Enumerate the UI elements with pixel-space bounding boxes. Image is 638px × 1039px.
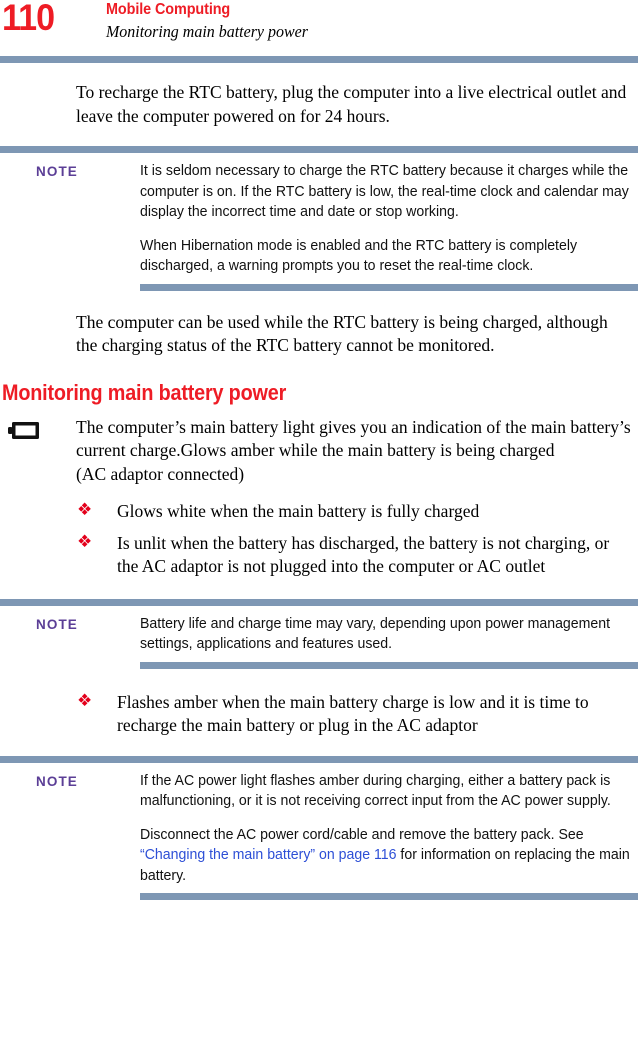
list-item: ❖ Is unlit when the battery has discharg… [76, 532, 632, 579]
note-1-label: NOTE [36, 164, 78, 179]
section-subtitle: Monitoring main battery power [106, 22, 308, 41]
note-1-text: It is seldom necessary to charge the RTC… [140, 161, 629, 277]
bullet-diamond-icon: ❖ [77, 690, 93, 710]
note-3-text: If the AC power light flashes amber duri… [140, 771, 630, 887]
note-block-1: NOTE It is seldom necessary to charge th… [0, 146, 638, 291]
note-1-paragraph-1: It is seldom necessary to charge the RTC… [140, 162, 629, 220]
battery-paragraph-block: The computer’s main battery light gives … [76, 416, 632, 487]
note-3-label: NOTE [36, 773, 78, 789]
note-1-top-rule [0, 146, 638, 153]
note-block-3: NOTE If the AC power light flashes amber… [0, 755, 638, 900]
list-item-label: Flashes amber when the main battery char… [117, 691, 589, 736]
list-item: ❖ Glows white when the main battery is f… [76, 500, 632, 524]
intro-paragraph: To recharge the RTC battery, plug the co… [76, 82, 627, 126]
page-header: 110 Mobile Computing Monitoring main bat… [0, 0, 638, 56]
battery-paragraph: The computer’s main battery light gives … [76, 416, 631, 484]
note-2-bottom-rule [140, 661, 638, 669]
note-3-body: NOTE If the AC power light flashes amber… [0, 763, 638, 894]
note-2-label: NOTE [36, 616, 78, 632]
bullet-diamond-icon: ❖ [77, 500, 93, 519]
note-1-paragraph-2: When Hibernation mode is enabled and the… [140, 236, 578, 275]
chapter-title: Mobile Computing [106, 1, 231, 18]
note-1-bottom-rule [140, 283, 638, 291]
note-1-body: NOTE It is seldom necessary to charge th… [0, 153, 638, 284]
note-block-2: NOTE Battery life and charge time may va… [0, 598, 638, 669]
after-note-paragraph: The computer can be used while the RTC b… [76, 311, 608, 356]
page-number: 110 [2, 0, 55, 38]
cross-reference-link[interactable]: “Changing the main battery” on page 116 [140, 846, 397, 863]
note-3-bottom-rule [140, 893, 638, 900]
note-2-top-rule [0, 598, 638, 606]
note-2-text: Battery life and charge time may vary, d… [140, 614, 610, 655]
list-item: ❖ Flashes amber when the main battery ch… [76, 691, 632, 738]
battery-paragraph-row: The computer’s main battery light gives … [0, 416, 638, 487]
header-rule [0, 56, 638, 63]
bullet-diamond-icon: ❖ [77, 531, 93, 551]
list-item-label: Is unlit when the battery has discharged… [117, 532, 610, 577]
note-2-body: NOTE Battery life and charge time may va… [0, 606, 638, 662]
page-title: Monitoring main battery power [2, 379, 287, 405]
header-titles: Mobile Computing Monitoring main battery… [106, 0, 321, 43]
note-2-paragraph-1: Battery life and charge time may vary, d… [140, 614, 611, 653]
note-3-text-before-link: Disconnect the AC power cord/cable and r… [140, 825, 584, 843]
list-item-label: Glows white when the main battery is ful… [117, 501, 480, 521]
note-3-paragraph-1: If the AC power light flashes amber duri… [140, 771, 611, 810]
battery-icon [8, 421, 40, 441]
intro-paragraph-block: To recharge the RTC battery, plug the co… [76, 81, 632, 128]
after-note-paragraph-block: The computer can be used while the RTC b… [76, 311, 632, 358]
note-3-top-rule [0, 755, 638, 763]
note-3-paragraph-2: Disconnect the AC power cord/cable and r… [140, 825, 638, 887]
